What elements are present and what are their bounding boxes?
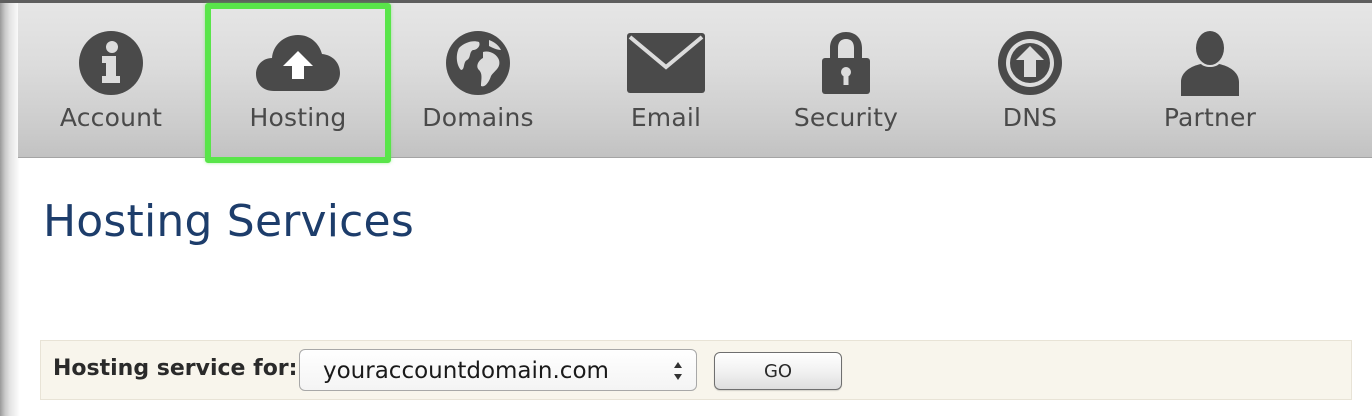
go-button[interactable]: GO [714, 352, 842, 390]
nav-item-partner[interactable]: Partner [1122, 3, 1298, 158]
upload-circle-icon [988, 25, 1072, 101]
globe-icon [436, 25, 520, 101]
nav-item-dns[interactable]: DNS [942, 3, 1118, 158]
main-navbar: Account Hosting Domains Email Security D… [18, 3, 1372, 163]
nav-item-security[interactable]: Security [758, 3, 934, 158]
select-arrows-icon [672, 359, 684, 383]
nav-label-security: Security [793, 103, 899, 132]
nav-label-hosting: Hosting [249, 103, 347, 132]
hosting-domain-select[interactable]: youraccountdomain.com [299, 349, 697, 391]
nav-label-account: Account [59, 103, 163, 132]
selected-domain: youraccountdomain.com [323, 358, 609, 384]
envelope-icon [624, 25, 708, 101]
lock-icon [804, 25, 888, 101]
user-icon [1168, 25, 1252, 101]
hosting-service-bar: Hosting service for: youraccountdomain.c… [40, 340, 1352, 400]
info-icon [69, 25, 153, 101]
hosting-service-label: Hosting service for: [53, 356, 298, 381]
cloud-upload-icon [256, 25, 340, 101]
nav-item-account[interactable]: Account [23, 3, 199, 158]
nav-label-partner: Partner [1163, 103, 1257, 132]
page-title: Hosting Services [43, 196, 414, 247]
nav-label-dns: DNS [1002, 103, 1058, 132]
window-edge-shadow [0, 0, 20, 416]
nav-item-email[interactable]: Email [578, 3, 754, 158]
nav-item-hosting[interactable]: Hosting [205, 3, 391, 163]
page: Account Hosting Domains Email Security D… [0, 0, 1372, 416]
nav-label-email: Email [630, 103, 702, 132]
nav-item-domains[interactable]: Domains [390, 3, 566, 158]
nav-label-domains: Domains [422, 103, 534, 132]
